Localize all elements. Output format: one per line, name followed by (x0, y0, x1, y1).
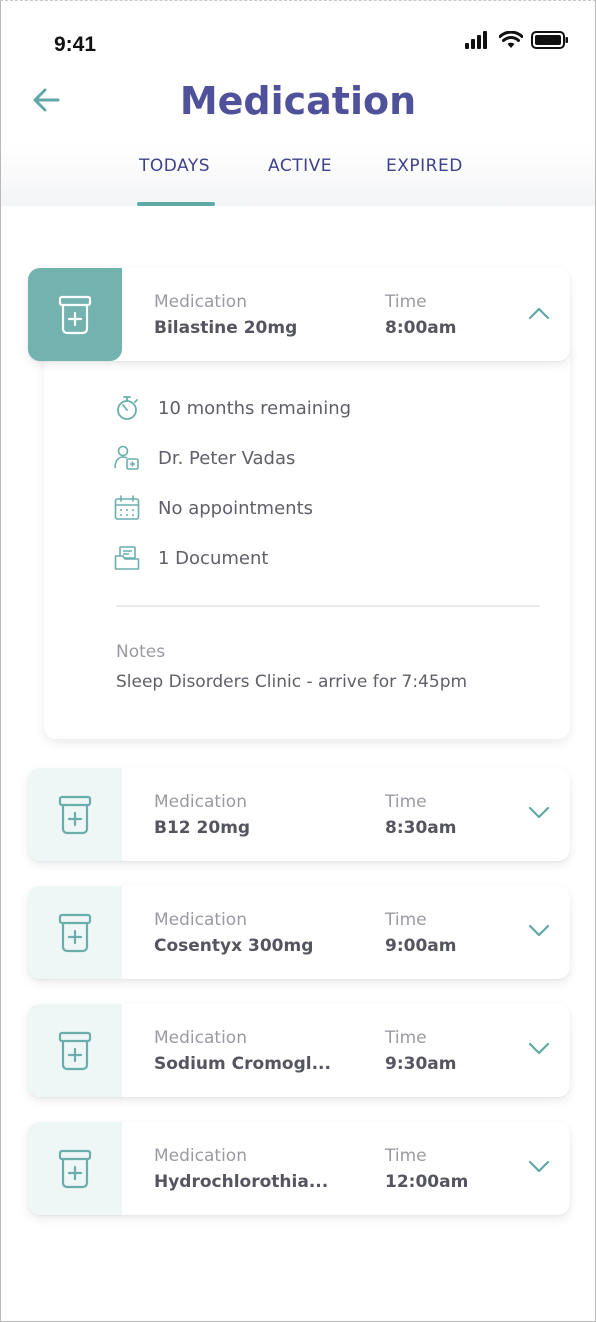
chevron-down-icon[interactable] (528, 1160, 550, 1174)
calendar-icon (114, 495, 140, 520)
medication-time: 12:00am (385, 1172, 469, 1192)
medication-icon-box (28, 886, 122, 979)
doctor-icon (114, 445, 139, 470)
status-bar: 9:41 (1, 1, 595, 81)
medication-label: Medication (154, 292, 247, 312)
medication-icon-box (28, 268, 122, 361)
documents-row[interactable]: 1 Document (114, 544, 268, 572)
status-icons (465, 31, 569, 49)
header: 9:41 Medication TODAYS ACTIVE EXPIRED (1, 1, 595, 206)
time-label: Time (385, 910, 427, 930)
tab-expired[interactable]: EXPIRED (386, 156, 463, 176)
medication-time: 9:00am (385, 936, 457, 956)
medication-name: Bilastine 20mg (154, 318, 298, 338)
appointments-text: No appointments (158, 497, 314, 519)
medication-card-cosentyx[interactable]: Medication Cosentyx 300mg Time 9:00am (28, 886, 570, 979)
tab-todays[interactable]: TODAYS (139, 156, 210, 176)
time-label: Time (385, 1028, 427, 1048)
pill-bottle-icon (58, 795, 92, 834)
divider (116, 605, 540, 607)
wifi-icon (499, 31, 523, 48)
doctor-text: Dr. Peter Vadas (158, 447, 296, 469)
app-screen: 9:41 Medication TODAYS ACTIVE EXPIRED 10… (0, 0, 596, 1322)
medication-time: 9:30am (385, 1054, 457, 1074)
medication-icon-box (28, 1004, 122, 1097)
medication-name: Sodium Cromogl... (154, 1054, 331, 1074)
pill-bottle-icon (58, 295, 92, 334)
medication-name: B12 20mg (154, 818, 251, 838)
documents-text: 1 Document (158, 547, 269, 569)
medication-icon-box (28, 768, 122, 861)
chevron-up-icon[interactable] (528, 306, 550, 320)
medication-name: Hydrochlorothia... (154, 1172, 329, 1192)
medication-label: Medication (154, 1146, 247, 1166)
status-time: 9:41 (54, 33, 97, 56)
tab-active[interactable]: ACTIVE (268, 156, 332, 176)
battery-icon (531, 31, 568, 49)
folder-document-icon (114, 546, 140, 570)
medication-label: Medication (154, 792, 247, 812)
tab-bar: TODAYS ACTIVE EXPIRED (1, 151, 595, 207)
medication-time: 8:30am (385, 818, 457, 838)
medication-label: Medication (154, 1028, 247, 1048)
chevron-down-icon[interactable] (528, 924, 550, 938)
medication-time: 8:00am (385, 318, 457, 338)
medication-card-sodium-cromoglicate[interactable]: Medication Sodium Cromogl... Time 9:30am (28, 1004, 570, 1097)
doctor-row: Dr. Peter Vadas (114, 444, 295, 472)
pill-bottle-icon (58, 1149, 92, 1188)
notes-text: Sleep Disorders Clinic - arrive for 7:45… (116, 672, 468, 692)
time-label: Time (385, 1146, 427, 1166)
signal-icon (465, 31, 487, 49)
medication-icon-box (28, 1122, 122, 1215)
pill-bottle-icon (58, 913, 92, 952)
chevron-down-icon[interactable] (528, 806, 550, 820)
medication-card-hydrochlorothiazide[interactable]: Medication Hydrochlorothia... Time 12:00… (28, 1122, 570, 1215)
page-title: Medication (179, 79, 417, 123)
chevron-down-icon[interactable] (528, 1042, 550, 1056)
notes-label: Notes (116, 642, 166, 662)
remaining-row: 10 months remaining (114, 394, 351, 422)
medication-card-b12[interactable]: Medication B12 20mg Time 8:30am (28, 768, 570, 861)
time-label: Time (385, 792, 427, 812)
active-tab-indicator (137, 202, 215, 206)
appointments-row: No appointments (114, 494, 313, 522)
medication-card-bilastine[interactable]: Medication Bilastine 20mg Time 8:00am (28, 268, 570, 361)
time-label: Time (385, 292, 427, 312)
pill-bottle-icon (58, 1031, 92, 1070)
medication-detail-panel: 10 months remaining Dr. Peter Vadas No a… (44, 346, 570, 739)
medication-label: Medication (154, 910, 247, 930)
remaining-text: 10 months remaining (158, 397, 352, 419)
medication-name: Cosentyx 300mg (154, 936, 314, 956)
stopwatch-icon (117, 396, 138, 420)
